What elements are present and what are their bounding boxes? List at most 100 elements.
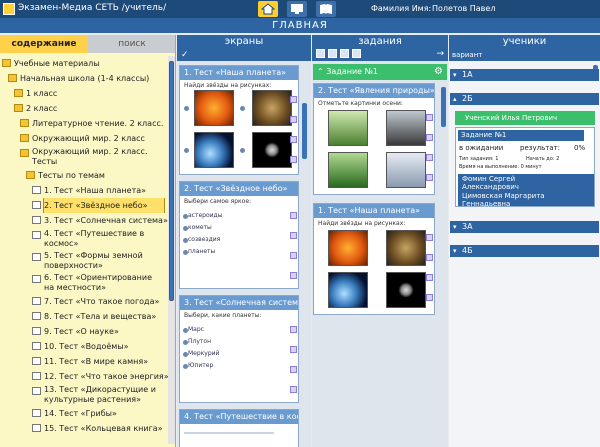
checkbox[interactable]: [426, 294, 433, 301]
checkbox[interactable]: [426, 154, 433, 161]
tree-node-label: 9. Тест «О науке»: [44, 327, 119, 336]
radio[interactable]: [240, 106, 245, 111]
nature-image: [328, 110, 368, 146]
checkbox[interactable]: [290, 96, 297, 103]
copy-icon[interactable]: [340, 49, 349, 58]
group-3a[interactable]: ▾ 3А: [450, 221, 599, 233]
tree-node[interactable]: 1 класс: [0, 86, 168, 101]
checkbox[interactable]: [290, 386, 297, 393]
member-name[interactable]: Фомин Сергей Александрович: [462, 175, 552, 191]
planet-image: [386, 230, 426, 266]
tree-node[interactable]: 14. Тест «Грибы»: [0, 406, 168, 421]
checkbox[interactable]: [426, 274, 433, 281]
monitor-button[interactable]: [287, 1, 307, 17]
tree-node[interactable]: 5. Тест «Формы земной поверхности»: [0, 250, 168, 272]
tree-node[interactable]: 10. Тест «Водоёмы»: [0, 339, 168, 354]
delete-icon[interactable]: [352, 49, 361, 58]
checkbox[interactable]: [426, 234, 433, 241]
tab-search[interactable]: поиск: [88, 35, 175, 53]
tab-content[interactable]: содержание: [0, 35, 88, 53]
tree-node[interactable]: 1. Тест «Наша планета»: [0, 183, 168, 198]
checkbox[interactable]: [426, 254, 433, 261]
screens-header-label: экраны: [224, 36, 264, 47]
tree-node[interactable]: 15. Тест «Кольцевая книга»: [0, 421, 168, 436]
radio[interactable]: [184, 148, 189, 153]
tree-node[interactable]: Окружающий мир. 2 класс: [0, 131, 168, 146]
tree-scrollbar[interactable]: [168, 56, 175, 444]
tree-node[interactable]: Учебные материалы: [0, 56, 168, 71]
checkbox[interactable]: [290, 326, 297, 333]
tree-node[interactable]: 8. Тест «Тела и вещества»: [0, 309, 168, 324]
tree-node[interactable]: 3. Тест «Солнечная система»: [0, 213, 168, 228]
checkbox[interactable]: [290, 272, 297, 279]
group-4b[interactable]: ▾ 4Б: [450, 245, 599, 257]
screen-card[interactable]: 2. Тест «Звёздное небо» Выбери самое ярк…: [179, 181, 299, 289]
tree-node[interactable]: 7. Тест «Что такое погода»: [0, 294, 168, 309]
collapse-icon[interactable]: ⌃: [317, 67, 326, 76]
screen-card[interactable]: 4. Тест «Путешествие в космос»: [179, 409, 299, 447]
screens-scrollbar-thumb[interactable]: [302, 103, 307, 159]
checkbox[interactable]: [290, 156, 297, 163]
checkbox[interactable]: [290, 366, 297, 373]
gear-icon[interactable]: ⚙: [434, 66, 443, 77]
tree-node[interactable]: 2 класс: [0, 101, 168, 116]
list-icon[interactable]: [328, 49, 337, 58]
task-card-caption: Отметьте картинки осени:: [318, 100, 403, 107]
book-icon: [320, 4, 332, 14]
radio[interactable]: [184, 106, 189, 111]
tree-node-label: 6. Тест «Ориентирование на местности»: [44, 273, 153, 292]
home-button[interactable]: [258, 1, 278, 17]
expand-icon: ▾: [453, 247, 457, 255]
task-card[interactable]: 2. Тест «Явления природы» Отметьте карти…: [313, 83, 435, 195]
check-icon[interactable]: ✓: [181, 49, 189, 62]
document-icon: [32, 372, 41, 380]
document-icon: [32, 275, 41, 283]
group-label: 2Б: [462, 94, 473, 103]
tree-node-label: Окружающий мир. 2 класс. Тесты: [32, 147, 148, 166]
checkbox[interactable]: [290, 116, 297, 123]
tree-node[interactable]: Литературное чтение. 2 класс.: [0, 116, 168, 131]
assignment-row[interactable]: ⌃ Задание №1 ⚙: [313, 64, 447, 80]
group-1a[interactable]: ▾ 1А: [450, 69, 599, 81]
tree-scrollbar-thumb[interactable]: [169, 61, 174, 301]
screen-card[interactable]: 1. Тест «Наша планета» Найди звёзды на р…: [179, 65, 299, 175]
document-icon: [32, 201, 41, 209]
checkbox[interactable]: [290, 232, 297, 239]
tree-node[interactable]: 12. Тест «Что такое энергия»: [0, 369, 168, 384]
tree-node-label: 12. Тест «Что такое энергия»: [44, 372, 168, 381]
screen-card-title: 3. Тест «Солнечная система»: [180, 296, 298, 310]
option-label: Юпитер: [188, 362, 214, 369]
document-icon: [32, 342, 41, 350]
checkbox[interactable]: [290, 346, 297, 353]
screen-card-title: 1. Тест «Наша планета»: [180, 66, 298, 80]
tree-node[interactable]: 6. Тест «Ориентирование на местности»: [0, 272, 168, 294]
group-2b[interactable]: ▴ 2Б: [450, 93, 599, 105]
tasks-scrollbar-thumb[interactable]: [441, 87, 446, 127]
tree-node[interactable]: 2. Тест «Звёздное небо»: [0, 198, 168, 213]
checkbox[interactable]: [290, 136, 297, 143]
tree-node[interactable]: 4. Тест «Путешествие в космос»: [0, 228, 168, 250]
member-name[interactable]: Цимовская Маргарита Геннадьевна: [462, 192, 572, 208]
document-icon: [32, 327, 41, 335]
checkbox[interactable]: [290, 252, 297, 259]
radio[interactable]: [240, 148, 245, 153]
checkbox[interactable]: [426, 114, 433, 121]
screen-card-title: 4. Тест «Путешествие в космос»: [180, 410, 298, 424]
checkbox[interactable]: [290, 212, 297, 219]
tree-node[interactable]: 13. Тест «Дикорастущие и культурные раст…: [0, 384, 168, 406]
screen-card[interactable]: 3. Тест «Солнечная система» Выбери, каки…: [179, 295, 299, 403]
book-button[interactable]: [316, 1, 336, 17]
task-card[interactable]: 1. Тест «Наша планета» Найди звёзды на р…: [313, 203, 435, 315]
tree-node-label: 15. Тест «Кольцевая книга»: [44, 424, 163, 433]
student-row-open[interactable]: Ученский Илья Петрович: [455, 111, 595, 125]
tree-node[interactable]: 11. Тест «В мире камня»: [0, 354, 168, 369]
arrow-right-icon[interactable]: →: [436, 48, 444, 61]
tree-node[interactable]: Окружающий мир. 2 класс. Тесты: [0, 146, 168, 168]
tree-node[interactable]: Начальная школа (1-4 классы): [0, 71, 168, 86]
tree-node[interactable]: 9. Тест «О науке»: [0, 324, 168, 339]
checkbox[interactable]: [426, 174, 433, 181]
tree-node[interactable]: Тесты по темам: [0, 168, 168, 183]
document-icon: [32, 312, 41, 320]
checkbox[interactable]: [426, 134, 433, 141]
add-icon[interactable]: [316, 49, 325, 58]
